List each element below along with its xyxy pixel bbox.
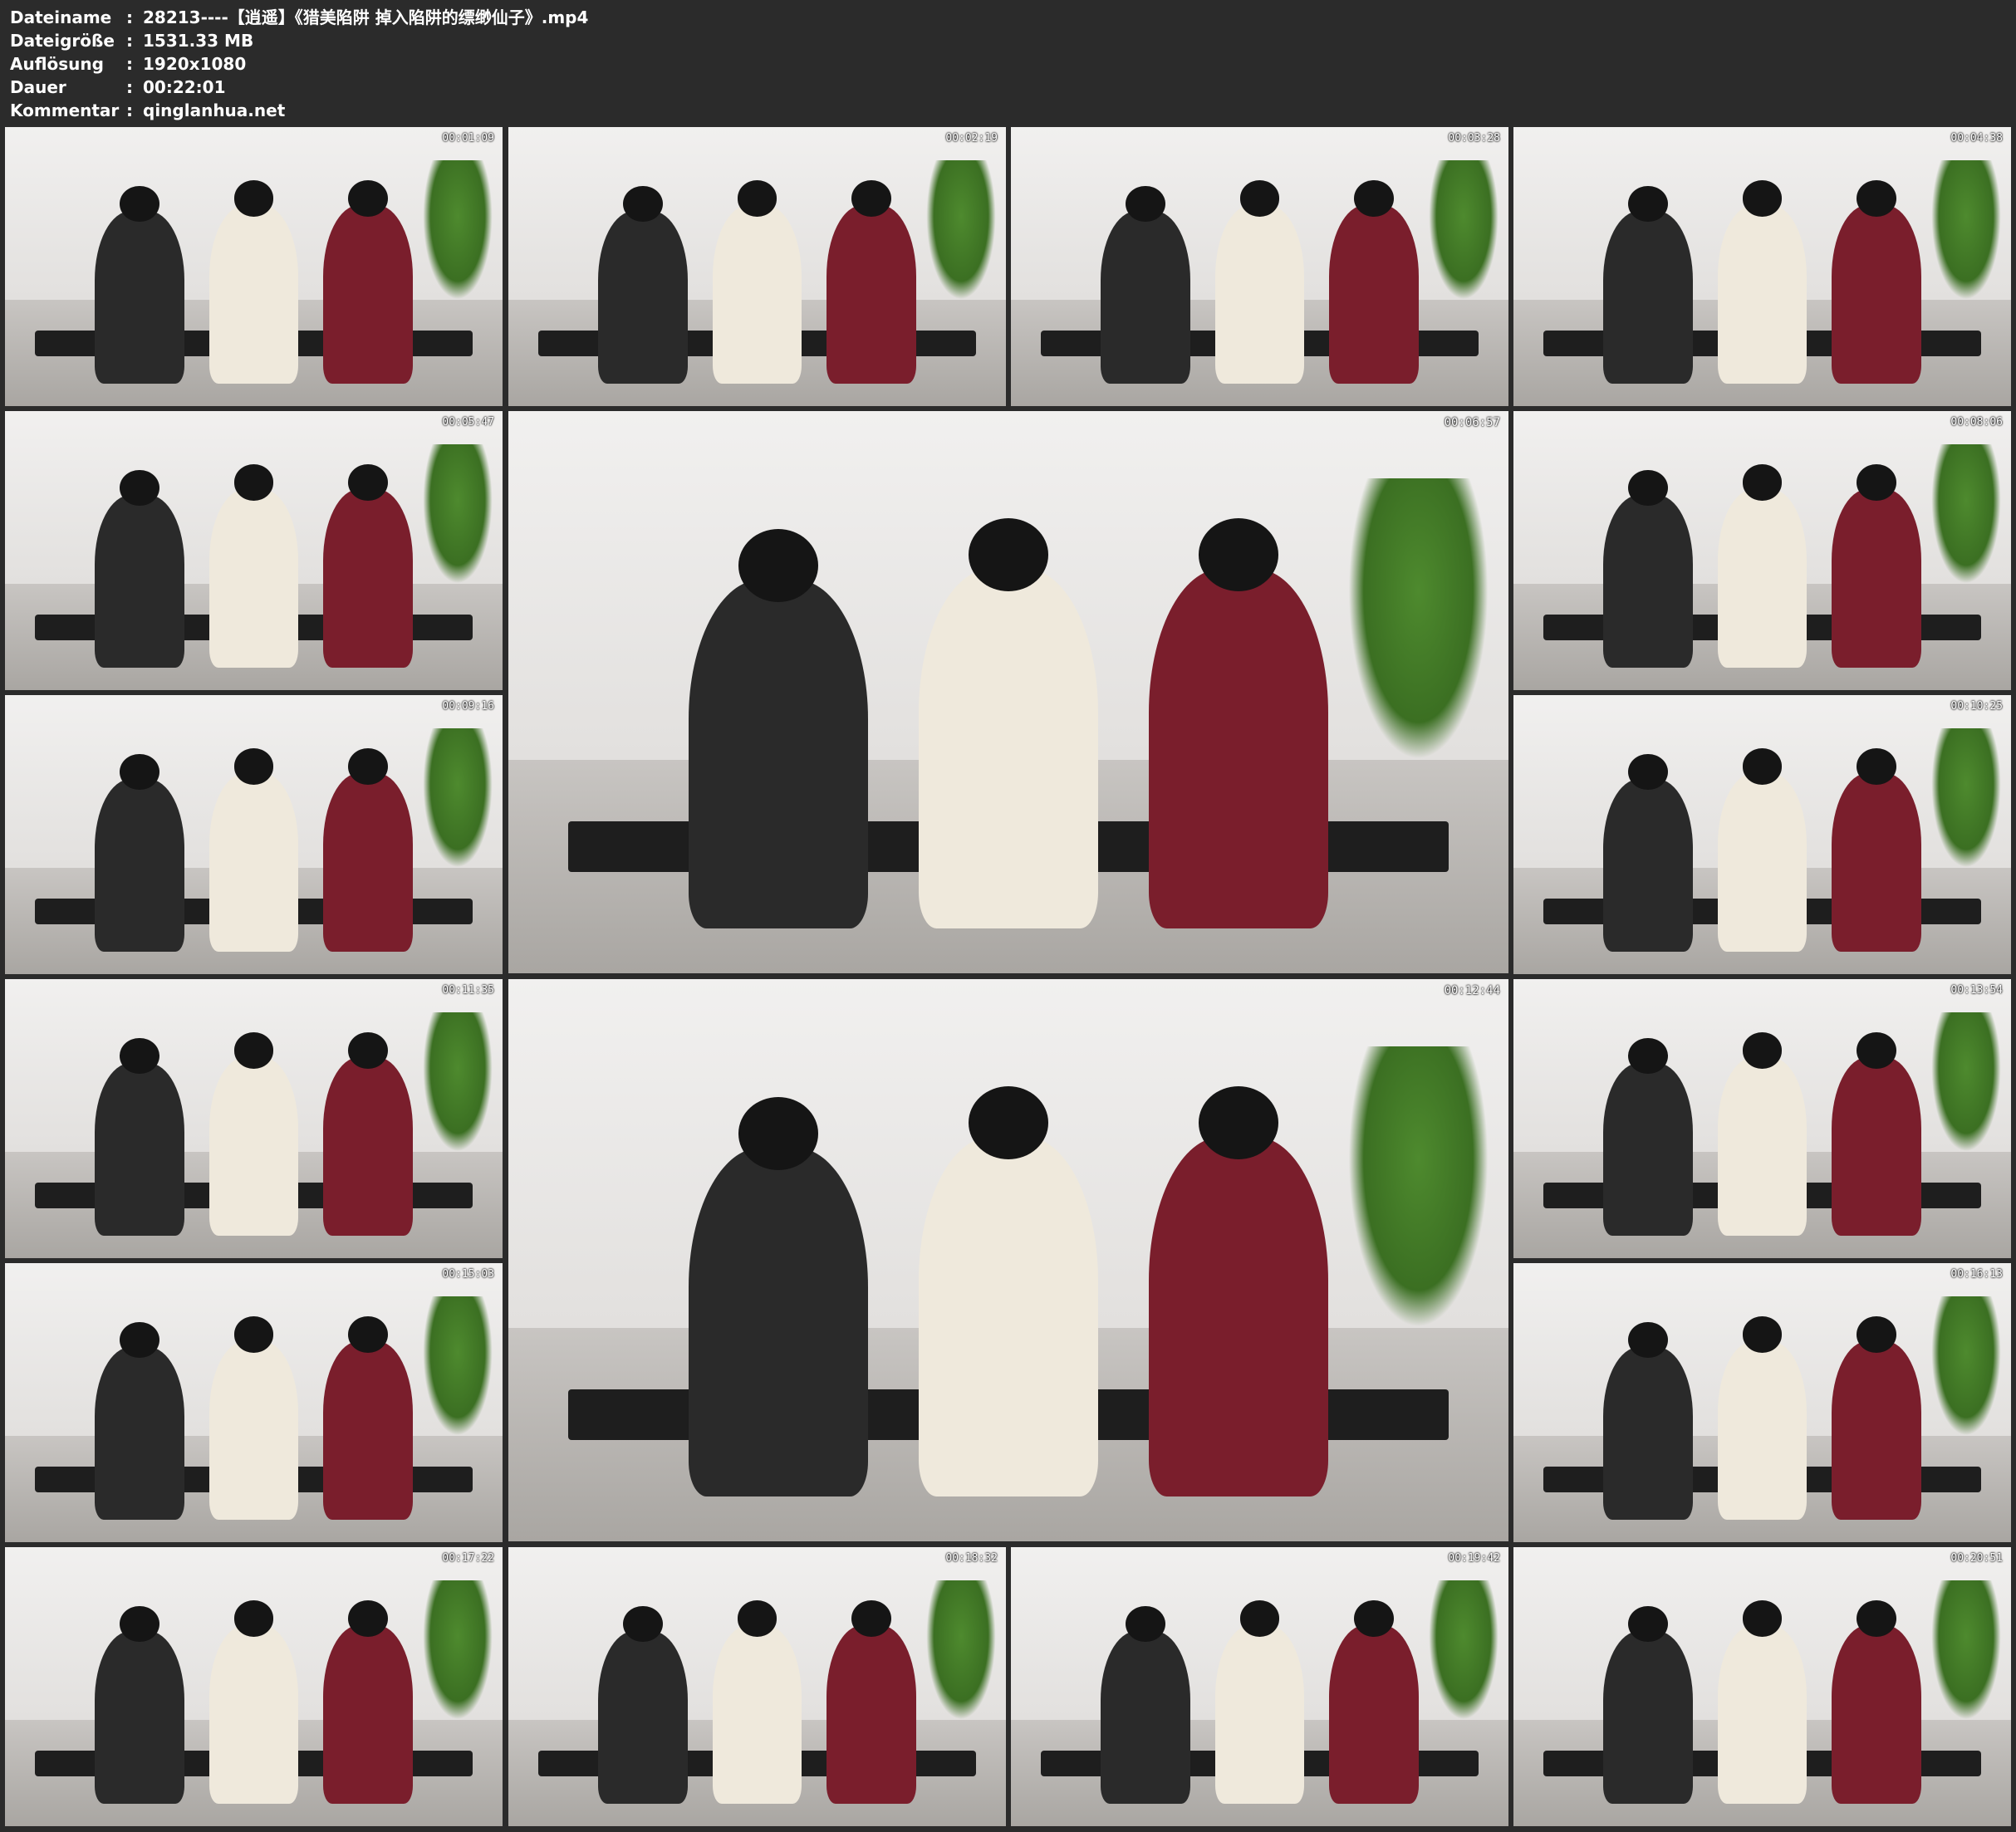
thumbnail[interactable]: 00:09:16 <box>5 695 503 974</box>
thumbnail-timestamp: 00:13:54 <box>1950 984 2003 997</box>
thumbnail-timestamp: 00:02:19 <box>945 132 998 145</box>
thumbnail[interactable]: 00:13:54 <box>1513 979 2011 1258</box>
thumbnail[interactable]: 00:19:42 <box>1011 1547 1508 1826</box>
thumbnail-timestamp: 00:20:51 <box>1950 1552 2003 1565</box>
thumbnail[interactable]: 00:08:06 <box>1513 411 2011 690</box>
thumbnail-timestamp: 00:11:35 <box>442 984 494 997</box>
thumbnail[interactable]: 00:17:22 <box>5 1547 503 1826</box>
thumbnail[interactable]: 00:11:35 <box>5 979 503 1258</box>
thumbnail[interactable]: 00:10:25 <box>1513 695 2011 974</box>
thumbnail-timestamp: 00:12:44 <box>1444 984 1500 997</box>
thumbnail-timestamp: 00:03:28 <box>1448 132 1500 145</box>
thumbnail-large[interactable]: 00:06:57 <box>508 411 1508 973</box>
thumbnail[interactable]: 00:03:28 <box>1011 127 1508 406</box>
thumbnail-timestamp: 00:01:09 <box>442 132 494 145</box>
thumbnail[interactable]: 00:18:32 <box>508 1547 1006 1826</box>
thumbnail-timestamp: 00:16:13 <box>1950 1268 2003 1281</box>
thumbnail-timestamp: 00:17:22 <box>442 1552 494 1565</box>
thumbnail[interactable]: 00:01:09 <box>5 127 503 406</box>
thumbnail-timestamp: 00:15:03 <box>442 1268 494 1281</box>
thumbnail[interactable]: 00:02:19 <box>508 127 1006 406</box>
thumbnail-large[interactable]: 00:12:44 <box>508 979 1508 1541</box>
thumbnail[interactable]: 00:05:47 <box>5 411 503 690</box>
thumbnail-timestamp: 00:06:57 <box>1444 416 1500 429</box>
thumbnail-timestamp: 00:10:25 <box>1950 700 2003 713</box>
thumbnail-timestamp: 00:05:47 <box>442 416 494 429</box>
thumbnail[interactable]: 00:15:03 <box>5 1263 503 1542</box>
thumbnail-timestamp: 00:04:38 <box>1950 132 2003 145</box>
thumbnail-timestamp: 00:18:32 <box>945 1552 998 1565</box>
thumbnail[interactable]: 00:16:13 <box>1513 1263 2011 1542</box>
thumbnail-grid: 00:01:09 00:02:19 00:03:28 00:04:38 00:0… <box>0 0 2016 1832</box>
thumbnail-timestamp: 00:09:16 <box>442 700 494 713</box>
thumbnail[interactable]: 00:04:38 <box>1513 127 2011 406</box>
thumbnail-timestamp: 00:19:42 <box>1448 1552 1500 1565</box>
thumbnail[interactable]: 00:20:51 <box>1513 1547 2011 1826</box>
thumbnail-timestamp: 00:08:06 <box>1950 416 2003 429</box>
